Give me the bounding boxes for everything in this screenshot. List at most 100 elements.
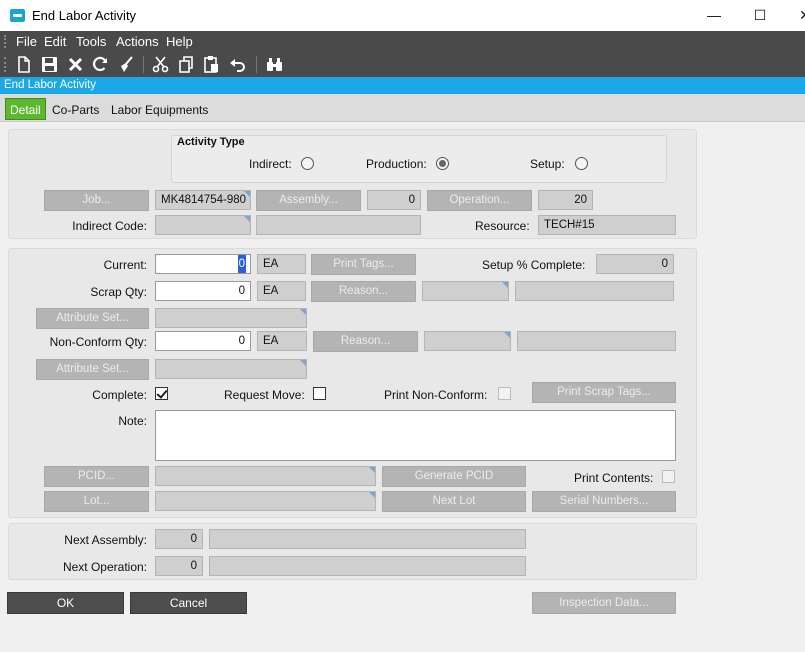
setup-complete-label: Setup % Complete: xyxy=(482,258,586,272)
menu-tools[interactable]: Tools xyxy=(76,34,106,49)
print-nonconform-checkbox[interactable] xyxy=(498,387,511,400)
nonconform-reason-description xyxy=(517,331,676,351)
tab-co-parts[interactable]: Co-Parts xyxy=(52,99,99,121)
production-label: Production: xyxy=(366,157,427,171)
next-operation-label: Next Operation: xyxy=(62,560,147,574)
setup-label: Setup: xyxy=(530,157,565,171)
lot-button[interactable]: Lot... xyxy=(44,491,149,512)
menu-edit[interactable]: Edit xyxy=(44,34,66,49)
form-title-bar: End Labor Activity xyxy=(0,77,805,94)
nonconform-uom-field: EA xyxy=(257,331,307,351)
setup-complete-field[interactable]: 0 xyxy=(596,254,674,274)
app-icon xyxy=(10,9,25,22)
inspection-data-button[interactable]: Inspection Data... xyxy=(532,592,676,614)
ok-button[interactable]: OK xyxy=(7,592,124,614)
scrap-reason-code-field[interactable] xyxy=(422,281,509,301)
delete-icon[interactable] xyxy=(66,55,85,74)
current-qty-value: 0 xyxy=(237,255,246,273)
toolbar xyxy=(0,52,805,77)
note-textarea[interactable] xyxy=(155,410,676,461)
indirect-label: Indirect: xyxy=(249,157,292,171)
operation-button[interactable]: Operation... xyxy=(427,190,532,211)
production-radio[interactable] xyxy=(436,157,449,170)
save-icon[interactable] xyxy=(40,55,59,74)
print-contents-checkbox[interactable] xyxy=(662,470,675,483)
new-icon[interactable] xyxy=(14,55,33,74)
window-title: End Labor Activity xyxy=(32,8,137,23)
operation-field[interactable]: 20 xyxy=(538,190,593,210)
resource-label: Resource: xyxy=(475,219,530,233)
print-contents-label: Print Contents: xyxy=(574,471,654,485)
menu-grip xyxy=(4,35,6,48)
menu-actions[interactable]: Actions xyxy=(116,34,159,49)
undo-icon[interactable] xyxy=(228,55,247,74)
print-scrap-tags-button[interactable]: Print Scrap Tags... xyxy=(532,382,676,403)
minimize-button[interactable]: — xyxy=(691,0,737,31)
indirect-radio[interactable] xyxy=(301,157,314,170)
lot-field[interactable] xyxy=(155,491,376,511)
menu-file[interactable]: File xyxy=(16,34,37,49)
refresh-icon[interactable] xyxy=(91,55,110,74)
scrap-qty-input[interactable]: 0 xyxy=(155,281,251,301)
generate-pcid-button[interactable]: Generate PCID xyxy=(382,466,526,487)
current-qty-input[interactable]: 0 xyxy=(155,254,251,274)
attribute-set-button-nonconform[interactable]: Attribute Set... xyxy=(36,359,149,380)
menu-help[interactable]: Help xyxy=(166,34,193,49)
next-assembly-description xyxy=(209,529,526,549)
request-move-checkbox[interactable] xyxy=(313,387,326,400)
toolbar-separator xyxy=(143,56,144,73)
search-icon[interactable] xyxy=(265,55,284,74)
activity-type-title: Activity Type xyxy=(177,136,245,148)
next-assembly-label: Next Assembly: xyxy=(64,533,147,547)
attribute-set-button-scrap[interactable]: Attribute Set... xyxy=(36,308,149,329)
job-button[interactable]: Job... xyxy=(44,190,149,211)
toolbar-separator xyxy=(256,56,257,73)
attribute-set-field-nonconform[interactable] xyxy=(155,359,307,379)
assembly-button[interactable]: Assembly... xyxy=(256,190,361,211)
job-field[interactable]: MK4814754-980 xyxy=(155,190,251,210)
complete-checkbox[interactable] xyxy=(155,387,168,400)
resource-field[interactable]: TECH#15 xyxy=(538,215,676,235)
next-operation-description xyxy=(209,556,526,576)
scrap-reason-button[interactable]: Reason... xyxy=(311,281,416,302)
cancel-button[interactable]: Cancel xyxy=(130,592,247,614)
print-nonconform-label: Print Non-Conform: xyxy=(384,388,488,402)
toolbar-grip xyxy=(4,57,6,72)
serial-numbers-button[interactable]: Serial Numbers... xyxy=(532,491,676,512)
title-bar: End Labor Activity — ☐ ✕ xyxy=(0,0,805,31)
nonconform-qty-label: Non-Conform Qty: xyxy=(49,335,147,349)
request-move-label: Request Move: xyxy=(224,388,305,402)
paste-icon[interactable] xyxy=(202,55,221,74)
next-assembly-field: 0 xyxy=(155,529,203,549)
nonconform-qty-input[interactable]: 0 xyxy=(155,331,251,351)
nonconform-reason-code-field[interactable] xyxy=(424,331,511,351)
setup-radio[interactable] xyxy=(575,157,588,170)
attribute-set-field-scrap[interactable] xyxy=(155,308,307,328)
current-uom-field: EA xyxy=(257,254,306,274)
copy-icon[interactable] xyxy=(177,55,196,74)
close-button[interactable]: ✕ xyxy=(782,0,805,31)
print-tags-button[interactable]: Print Tags... xyxy=(311,254,416,275)
scrap-qty-label: Scrap Qty: xyxy=(90,285,147,299)
cut-icon[interactable] xyxy=(151,55,170,74)
tab-labor-equipments[interactable]: Labor Equipments xyxy=(111,99,208,121)
maximize-button[interactable]: ☐ xyxy=(737,0,783,31)
clear-icon[interactable] xyxy=(117,55,136,74)
pcid-button[interactable]: PCID... xyxy=(44,466,149,487)
tab-detail[interactable]: Detail xyxy=(5,98,46,120)
next-operation-field: 0 xyxy=(155,556,203,576)
indirect-code-label: Indirect Code: xyxy=(72,219,147,233)
menu-bar: File Edit Tools Actions Help xyxy=(0,31,805,52)
note-label: Note: xyxy=(118,414,147,428)
pcid-field[interactable] xyxy=(155,466,376,486)
indirect-code-field[interactable] xyxy=(155,215,251,235)
tab-strip: Detail Co-Parts Labor Equipments xyxy=(0,94,805,122)
indirect-code-description xyxy=(256,215,421,235)
next-lot-button[interactable]: Next Lot xyxy=(382,491,526,512)
assembly-field[interactable]: 0 xyxy=(367,190,421,210)
complete-label: Complete: xyxy=(92,388,147,402)
current-label: Current: xyxy=(103,258,147,272)
nonconform-reason-button[interactable]: Reason... xyxy=(313,331,418,352)
scrap-uom-field: EA xyxy=(257,281,306,301)
scrap-reason-description xyxy=(515,281,674,301)
